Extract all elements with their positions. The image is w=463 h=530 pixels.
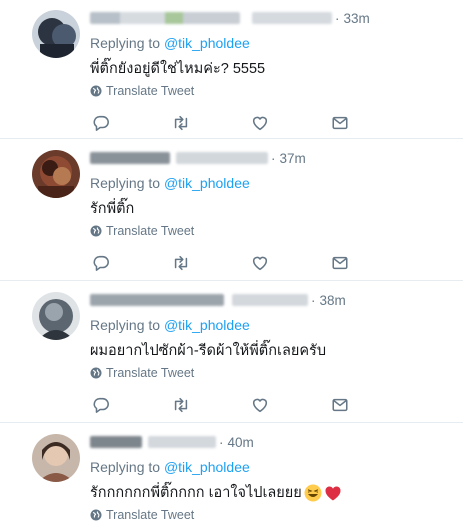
- tweet-text: รักพี่ติ๊ก: [90, 201, 135, 217]
- blurred-display-name[interactable]: [90, 294, 224, 306]
- replying-to-label: Replying to: [90, 459, 161, 475]
- replying-to: Replying to @tik_pholdee: [90, 317, 250, 333]
- translate-label: Translate Tweet: [106, 224, 195, 238]
- like-button[interactable]: [250, 113, 270, 133]
- separator-dot: ·: [335, 10, 340, 26]
- replying-to: Replying to @tik_pholdee: [90, 35, 250, 51]
- direct-message-button[interactable]: [330, 113, 350, 133]
- direct-message-button[interactable]: [330, 395, 350, 415]
- blurred-username[interactable]: [176, 152, 268, 164]
- tweet-text-container: รักกกกกกพี่ติ๊กกกก เอาใจไปเลยยย: [90, 481, 342, 504]
- separator-dot: ·: [219, 434, 224, 450]
- envelope-icon: [332, 116, 348, 130]
- translate-label: Translate Tweet: [106, 84, 195, 98]
- tweet-timestamp[interactable]: 37m: [280, 151, 306, 166]
- globe-icon: [90, 225, 102, 237]
- tweet-timestamp[interactable]: 40m: [228, 435, 254, 450]
- globe-icon: [90, 367, 102, 379]
- retweet-button[interactable]: [171, 113, 191, 133]
- separator-dot: ·: [311, 292, 316, 308]
- blurred-display-name[interactable]: [90, 12, 240, 24]
- blurred-display-name[interactable]: [90, 436, 142, 448]
- like-button[interactable]: [250, 395, 270, 415]
- like-button[interactable]: [250, 253, 270, 273]
- reply-tweet[interactable]: · 33m Replying to @tik_pholdee พี่ติ๊กยั…: [0, 0, 463, 139]
- reply-tweet[interactable]: · 40m Replying to @tik_pholdee รักกกกกกพ…: [0, 424, 463, 530]
- reply-button[interactable]: [91, 113, 111, 133]
- tweet-text: ผมอยากไปซักผ้า-รีดผ้าให้พี่ติ๊กเลยครับ: [90, 343, 327, 359]
- heart-icon: [252, 398, 268, 413]
- direct-message-button[interactable]: [330, 253, 350, 273]
- separator-dot: ·: [271, 150, 276, 166]
- reply-button[interactable]: [91, 395, 111, 415]
- blurred-username[interactable]: [252, 12, 332, 24]
- retweet-icon: [174, 255, 188, 271]
- translate-label: Translate Tweet: [106, 508, 195, 522]
- retweet-icon: [174, 397, 188, 413]
- heart-icon: [252, 116, 268, 131]
- reply-tweet[interactable]: · 38m Replying to @tik_pholdee ผมอยากไปซ…: [0, 282, 463, 423]
- retweet-button[interactable]: [171, 395, 191, 415]
- translate-tweet-link[interactable]: Translate Tweet: [90, 508, 194, 522]
- tweet-header: · 40m: [90, 434, 453, 450]
- translate-tweet-link[interactable]: Translate Tweet: [90, 366, 194, 380]
- reply-icon: [93, 397, 109, 413]
- grinning-squinting-face-emoji: [304, 484, 322, 502]
- tweet-text: พี่ติ๊กยังอยู่ดีใช่ไหมค่ะ? 5555: [90, 61, 266, 77]
- replying-to-handle[interactable]: @tik_pholdee: [164, 35, 250, 51]
- retweet-button[interactable]: [171, 253, 191, 273]
- retweet-icon: [174, 115, 188, 131]
- globe-icon: [90, 509, 102, 521]
- translate-tweet-link[interactable]: Translate Tweet: [90, 84, 194, 98]
- replying-to: Replying to @tik_pholdee: [90, 459, 250, 475]
- replying-to-handle[interactable]: @tik_pholdee: [164, 317, 250, 333]
- blurred-display-name[interactable]: [90, 152, 170, 164]
- avatar[interactable]: [32, 10, 80, 58]
- envelope-icon: [332, 398, 348, 412]
- envelope-icon: [332, 256, 348, 270]
- replying-to-label: Replying to: [90, 35, 161, 51]
- globe-icon: [90, 85, 102, 97]
- replying-to: Replying to @tik_pholdee: [90, 175, 250, 191]
- tweet-text: รักกกกกกพี่ติ๊กกกก เอาใจไปเลยยย: [90, 485, 302, 501]
- tweet-header: · 33m: [90, 10, 453, 26]
- tweet-actions: [90, 395, 360, 415]
- reply-icon: [93, 255, 109, 271]
- blurred-username[interactable]: [232, 294, 308, 306]
- reply-button[interactable]: [91, 253, 111, 273]
- tweet-header: · 37m: [90, 150, 453, 166]
- translate-label: Translate Tweet: [106, 366, 195, 380]
- replying-to-label: Replying to: [90, 175, 161, 191]
- translate-tweet-link[interactable]: Translate Tweet: [90, 224, 194, 238]
- tweet-timestamp[interactable]: 33m: [344, 11, 370, 26]
- tweet-actions: [90, 113, 360, 133]
- reply-tweet[interactable]: · 37m Replying to @tik_pholdee รักพี่ติ๊…: [0, 140, 463, 281]
- red-heart-emoji: [325, 486, 341, 501]
- avatar[interactable]: [32, 150, 80, 198]
- replying-to-label: Replying to: [90, 317, 161, 333]
- replying-to-handle[interactable]: @tik_pholdee: [164, 175, 250, 191]
- tweet-actions: [90, 253, 360, 273]
- reply-icon: [93, 115, 109, 131]
- heart-icon: [252, 256, 268, 271]
- replying-to-handle[interactable]: @tik_pholdee: [164, 459, 250, 475]
- tweet-timestamp[interactable]: 38m: [320, 293, 346, 308]
- blurred-username[interactable]: [148, 436, 216, 448]
- tweet-header: · 38m: [90, 292, 453, 308]
- avatar[interactable]: [32, 292, 80, 340]
- avatar[interactable]: [32, 434, 80, 482]
